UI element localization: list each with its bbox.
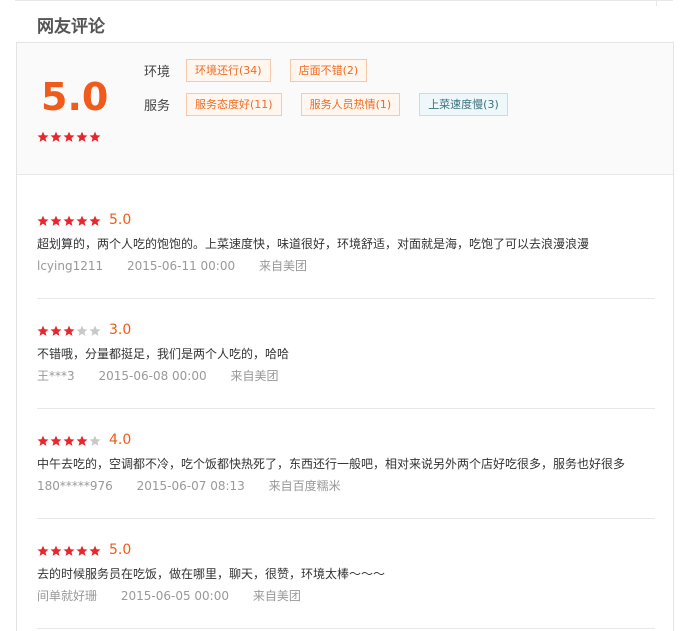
star-filled-icon xyxy=(89,131,101,143)
star-filled-icon xyxy=(37,435,49,447)
tag-filter[interactable]: 环境还行(34) xyxy=(186,59,271,82)
review-meta: 王***3 2015-06-08 00:00 来自美团 xyxy=(37,367,298,384)
star-filled-icon xyxy=(50,435,62,447)
top-divider xyxy=(15,0,673,1)
review-user: lcying1211 xyxy=(37,259,104,273)
review-score: 4.0 xyxy=(109,432,132,448)
review-text: 不错哦，分量都挺足，我们是两个人吃的，哈哈 xyxy=(37,347,290,361)
star-filled-icon xyxy=(50,325,62,337)
review-divider xyxy=(37,408,655,409)
star-filled-icon xyxy=(63,435,75,447)
star-filled-icon xyxy=(63,325,75,337)
top-divider-tick xyxy=(656,0,657,6)
tag-filter[interactable]: 服务态度好(11) xyxy=(186,93,282,116)
review-stars xyxy=(37,215,101,227)
review-source: 来自美团 xyxy=(230,369,279,383)
tag-filter[interactable]: 服务人员热情(1) xyxy=(300,93,401,116)
star-filled-icon xyxy=(89,215,101,227)
star-filled-icon xyxy=(50,545,62,557)
review-divider xyxy=(37,628,655,629)
section-title: 网友评论 xyxy=(37,17,105,37)
review-time: 2015-06-05 00:00 xyxy=(120,589,229,603)
tag-row-environment: 环境 环境还行(34) 店面不错(2) xyxy=(144,59,386,82)
star-filled-icon xyxy=(63,131,75,143)
tag-filter-negative[interactable]: 上菜速度慢(3) xyxy=(419,93,508,116)
star-filled-icon xyxy=(89,545,101,557)
rating-summary: 5.0 环境 环境还行(34) 店面不错(2) 服务 服务态度好(11) 服务人… xyxy=(17,43,673,175)
tag-row-service: 服务 服务态度好(11) 服务人员热情(1) 上菜速度慢(3) xyxy=(144,93,527,116)
star-filled-icon xyxy=(50,215,62,227)
review-time: 2015-06-07 08:13 xyxy=(136,479,245,493)
review-user: 180*****976 xyxy=(37,479,113,493)
review-time: 2015-06-11 00:00 xyxy=(126,259,236,273)
overall-score: 5.0 xyxy=(41,75,109,119)
star-filled-icon xyxy=(76,215,88,227)
tag-category-label: 服务 xyxy=(144,99,171,114)
review-meta: 180*****976 2015-06-07 08:13 来自百度糯米 xyxy=(37,477,361,494)
review-stars xyxy=(37,545,101,557)
review-source: 来自百度糯米 xyxy=(268,479,341,493)
review-divider xyxy=(37,518,655,519)
star-filled-icon xyxy=(76,435,88,447)
review-divider xyxy=(37,298,655,299)
star-filled-icon xyxy=(50,131,62,143)
star-filled-icon xyxy=(37,545,49,557)
star-filled-icon xyxy=(37,215,49,227)
review-user: 王***3 xyxy=(37,369,75,383)
star-filled-icon xyxy=(63,545,75,557)
star-empty-icon xyxy=(76,325,88,337)
review-text: 中午去吃的，空调都不冷，吃个饭都快热死了，东西还行一般吧，相对来说另外两个店好吃… xyxy=(37,457,626,471)
star-filled-icon xyxy=(76,131,88,143)
review-user: 间单就好珊 xyxy=(37,589,98,603)
star-empty-icon xyxy=(89,325,101,337)
star-filled-icon xyxy=(76,545,88,557)
review-meta: lcying1211 2015-06-11 00:00 来自美团 xyxy=(37,257,327,274)
review-text: 去的时候服务员在吃饭，做在哪里，聊天，很赞，环境太棒～～～ xyxy=(37,567,386,581)
review-stars xyxy=(37,435,101,447)
review-score: 5.0 xyxy=(109,212,132,228)
star-empty-icon xyxy=(89,435,101,447)
overall-stars xyxy=(37,131,101,143)
tag-filter[interactable]: 店面不错(2) xyxy=(289,59,368,82)
review-time: 2015-06-08 00:00 xyxy=(98,369,207,383)
star-filled-icon xyxy=(37,325,49,337)
star-filled-icon xyxy=(37,131,49,143)
review-source: 来自美团 xyxy=(252,589,301,603)
review-score: 5.0 xyxy=(109,542,132,558)
tag-category-label: 环境 xyxy=(144,65,171,80)
star-filled-icon xyxy=(63,215,75,227)
review-source: 来自美团 xyxy=(258,259,307,273)
review-score: 3.0 xyxy=(109,322,132,338)
review-text: 超划算的，两个人吃的饱饱的。上菜速度快，味道很好，环境舒适，对面就是海，吃饱了可… xyxy=(37,237,590,251)
review-meta: 间单就好珊 2015-06-05 00:00 来自美团 xyxy=(37,587,321,604)
review-stars xyxy=(37,325,101,337)
comments-panel: 5.0 环境 环境还行(34) 店面不错(2) 服务 服务态度好(11) 服务人… xyxy=(16,42,674,631)
